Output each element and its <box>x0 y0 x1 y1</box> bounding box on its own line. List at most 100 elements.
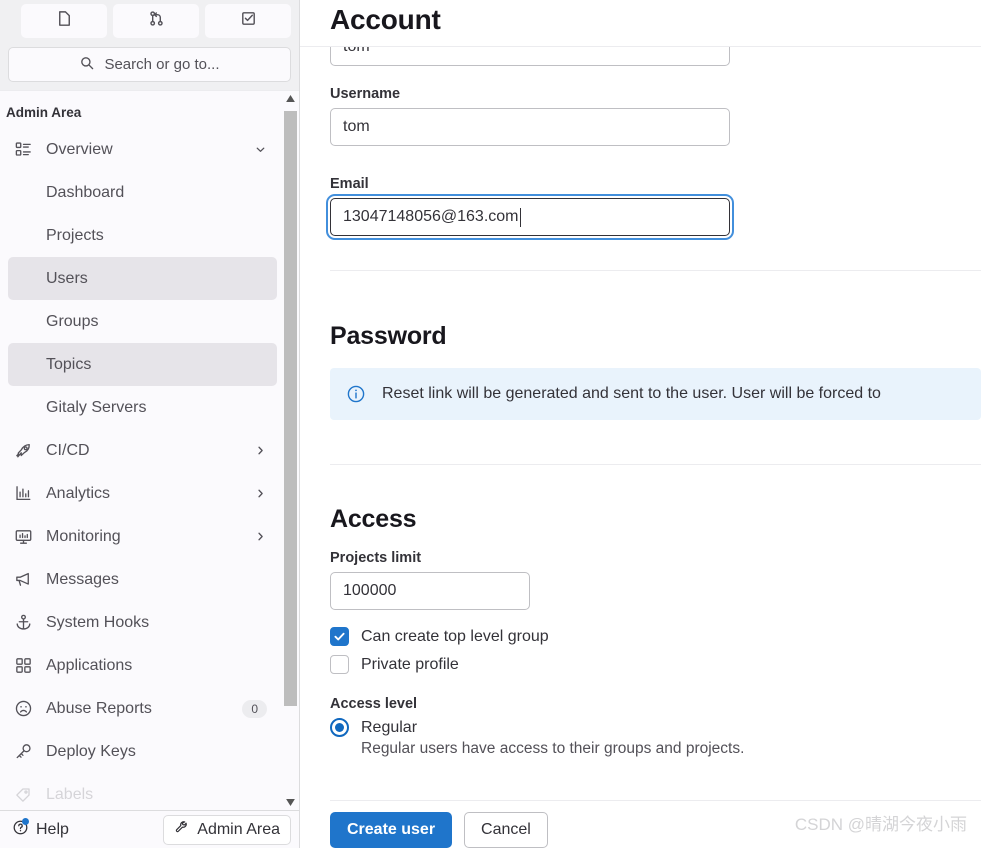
checkbox-label-private-profile: Private profile <box>361 655 459 673</box>
checkbox-label-can-create-top-level-group: Can create top level group <box>361 627 549 645</box>
scrollbar-track[interactable] <box>283 106 298 795</box>
csdn-watermark: CSDN @晴湖今夜小雨 <box>794 815 967 834</box>
issue-icon <box>55 9 74 33</box>
help-button[interactable]: Help <box>8 817 73 843</box>
sidebar-search-wrap: Search or go to... <box>0 44 299 90</box>
sidebar-item-label: Deploy Keys <box>46 742 136 760</box>
search-input[interactable]: Search or go to... <box>8 47 291 82</box>
sidebar-item-users[interactable]: Users <box>8 257 277 300</box>
sidebar-item-analytics[interactable]: Analytics <box>8 472 277 515</box>
sidebar-item-groups[interactable]: Groups <box>8 300 277 343</box>
sidebar-item-system-hooks[interactable]: System Hooks <box>8 601 277 644</box>
search-icon <box>79 55 95 75</box>
access-level-label: Access level <box>330 696 418 712</box>
section-divider-account <box>330 270 981 271</box>
admin-area-button[interactable]: Admin Area <box>163 814 291 845</box>
sidebar-item-abuse-reports[interactable]: Abuse Reports 0 <box>8 687 277 730</box>
email-value: 13047148056@163.com <box>343 208 519 225</box>
sidebar-nav-list: Admin Area Overview Dashboard Projects User… <box>0 91 285 810</box>
todo-check-icon <box>239 9 258 33</box>
username-label: Username <box>330 86 401 102</box>
todo-tab[interactable] <box>205 4 291 38</box>
sidebar-item-label: Messages <box>46 570 119 588</box>
username-input[interactable]: tom <box>330 108 730 146</box>
sidebar-item-gitaly-servers[interactable]: Gitaly Servers <box>8 386 277 429</box>
sidebar-item-projects[interactable]: Projects <box>8 214 277 257</box>
sidebar-item-badge: 0 <box>242 699 267 718</box>
overview-icon <box>12 139 34 161</box>
sidebar-item-label: Groups <box>46 312 99 330</box>
password-alert-text: Reset link will be generated and sent to… <box>382 385 881 402</box>
scroll-up-arrow-icon[interactable] <box>283 91 298 106</box>
sidebar-item-label: Topics <box>46 355 92 373</box>
checkbox-private-profile[interactable]: Private profile <box>330 655 981 674</box>
megaphone-icon <box>12 569 34 591</box>
help-notification-dot <box>22 817 29 825</box>
text-caret <box>519 207 521 227</box>
sidebar-item-labels[interactable]: Labels <box>8 773 277 810</box>
issues-tab[interactable] <box>21 4 107 38</box>
checkbox-box-unchecked-icon[interactable] <box>330 655 349 674</box>
page-header: Account <box>300 0 981 47</box>
sidebar-item-deploy-keys[interactable]: Deploy Keys <box>8 730 277 773</box>
projects-limit-label: Projects limit <box>330 550 422 566</box>
chevron-right-icon[interactable] <box>254 530 267 543</box>
sidebar-item-label: Applications <box>46 656 133 674</box>
chevron-right-icon[interactable] <box>254 487 267 500</box>
sidebar-item-label: Abuse Reports <box>46 699 152 717</box>
cancel-button[interactable]: Cancel <box>464 812 548 848</box>
merge-request-icon <box>147 9 166 33</box>
sidebar-item-overview[interactable]: Overview <box>8 128 277 171</box>
app-root: Search or go to... Admin Area Overview Da… <box>0 0 981 848</box>
sad-face-icon <box>12 698 34 720</box>
search-placeholder: Search or go to... <box>104 56 220 73</box>
sidebar-item-label: Labels <box>46 785 94 803</box>
sidebar-item-ci-cd[interactable]: CI/CD <box>8 429 277 472</box>
form-actions: Create user Cancel <box>330 812 548 848</box>
password-reset-alert: Reset link will be generated and sent to… <box>330 368 981 420</box>
sidebar-item-label: System Hooks <box>46 613 150 631</box>
scroll-down-arrow-icon[interactable] <box>283 795 298 810</box>
password-section: Password Reset link will be generated an… <box>330 322 981 420</box>
sidebar-item-monitoring[interactable]: Monitoring <box>8 515 277 558</box>
sidebar-scroll-area: Admin Area Overview Dashboard Projects User… <box>0 90 299 810</box>
sidebar-item-label: Monitoring <box>46 527 121 545</box>
sidebar-item-dashboard[interactable]: Dashboard <box>8 171 277 214</box>
section-divider-actions <box>330 800 981 801</box>
radio-regular[interactable]: Regular <box>330 718 981 737</box>
projects-limit-input[interactable]: 100000 <box>330 572 530 610</box>
merge-requests-tab[interactable] <box>113 4 199 38</box>
label-icon <box>12 784 34 806</box>
section-divider-password <box>330 464 981 465</box>
applications-icon <box>12 655 34 677</box>
sidebar-item-label: Gitaly Servers <box>46 398 147 416</box>
rocket-icon <box>12 440 34 462</box>
chevron-down-icon[interactable] <box>254 143 267 156</box>
sidebar-item-label: Projects <box>46 226 104 244</box>
radio-button-selected-icon[interactable] <box>330 718 349 737</box>
sidebar-item-applications[interactable]: Applications <box>8 644 277 687</box>
access-level-group: Access level Regular Regular users have … <box>330 696 981 758</box>
checkbox-can-create-top-level-group[interactable]: Can create top level group <box>330 627 981 646</box>
scrollbar-thumb[interactable] <box>284 111 297 706</box>
sidebar-item-label: Users <box>46 269 88 287</box>
email-input[interactable]: 13047148056@163.com <box>326 194 734 240</box>
page-title: Account <box>330 4 441 35</box>
create-user-button[interactable]: Create user <box>330 812 453 848</box>
sidebar-item-topics[interactable]: Topics <box>8 343 277 386</box>
sidebar-item-label: Dashboard <box>46 183 125 201</box>
sidebar-footer: Help Admin Area <box>0 810 299 848</box>
wrench-icon <box>174 819 190 840</box>
access-section: Access Projects limit 100000 Can create … <box>330 505 981 758</box>
sidebar-item-messages[interactable]: Messages <box>8 558 277 601</box>
chevron-right-icon[interactable] <box>254 444 267 457</box>
sidebar: Search or go to... Admin Area Overview Da… <box>0 0 300 848</box>
radio-label-regular: Regular <box>361 718 418 736</box>
checkbox-box-checked-icon[interactable] <box>330 627 349 646</box>
password-heading: Password <box>330 322 447 350</box>
sidebar-item-label: Analytics <box>46 484 111 502</box>
email-field-group: Email 13047148056@163.com <box>326 176 734 240</box>
sidebar-item-label: CI/CD <box>46 441 90 459</box>
sidebar-scrollbar[interactable] <box>283 91 298 810</box>
key-icon <box>12 741 34 763</box>
